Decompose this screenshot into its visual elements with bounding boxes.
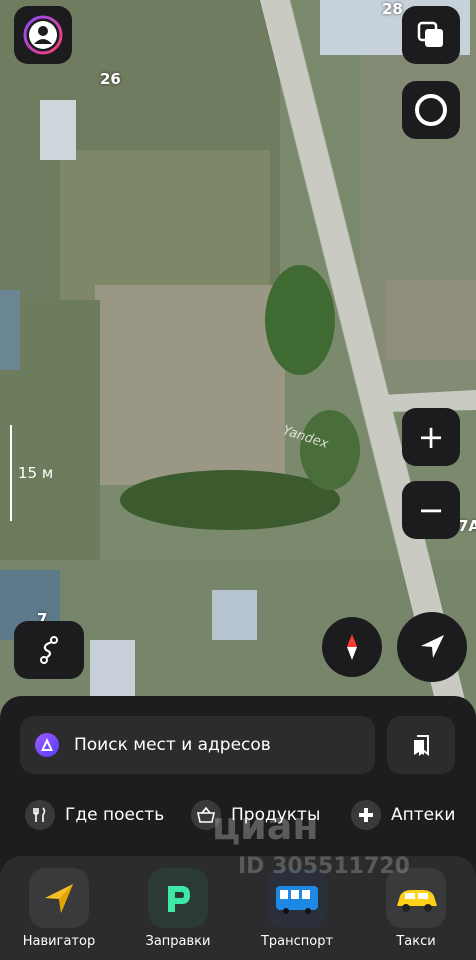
scale-bar bbox=[10, 425, 12, 521]
category-pharmacy[interactable]: Аптеки bbox=[351, 790, 455, 840]
house-number: 26 bbox=[100, 70, 121, 88]
avatar-icon bbox=[23, 15, 63, 55]
zoom-in-button[interactable]: + bbox=[402, 408, 460, 466]
alice-button[interactable] bbox=[402, 81, 460, 139]
house-number: 28 bbox=[382, 0, 403, 18]
category-label: Где поесть bbox=[65, 805, 165, 825]
app-label: Транспорт bbox=[260, 934, 334, 949]
minus-icon: − bbox=[417, 491, 445, 529]
app-label: Навигатор bbox=[22, 934, 96, 949]
app-transport[interactable]: Транспорт bbox=[247, 868, 347, 949]
search-input[interactable]: Поиск мест и адресов bbox=[74, 735, 271, 755]
scale-label: 15 м bbox=[18, 464, 54, 482]
app-fuel[interactable]: Заправки bbox=[128, 868, 228, 949]
navigator-icon bbox=[29, 868, 89, 928]
layers-button[interactable] bbox=[402, 6, 460, 64]
zoom-out-button[interactable]: − bbox=[402, 481, 460, 539]
route-icon bbox=[40, 636, 58, 664]
fork-knife-icon bbox=[25, 800, 55, 830]
app-taxi[interactable]: Такси bbox=[366, 868, 466, 949]
compass-icon bbox=[347, 634, 357, 660]
compass-button[interactable] bbox=[322, 617, 382, 677]
app-label: Заправки bbox=[145, 934, 211, 949]
plus-icon: + bbox=[417, 418, 445, 456]
locate-button[interactable] bbox=[397, 612, 467, 682]
bookmarks-button[interactable] bbox=[387, 716, 455, 774]
search-bar[interactable]: Поиск мест и адресов bbox=[20, 716, 375, 774]
alice-search-icon bbox=[35, 733, 59, 757]
category-food[interactable]: Где поесть bbox=[25, 790, 164, 840]
alice-ring-icon bbox=[415, 94, 447, 126]
pharmacy-cross-icon bbox=[351, 800, 381, 830]
fuel-icon bbox=[148, 868, 208, 928]
bookmarks-icon bbox=[414, 735, 429, 756]
overlay-watermark-id: ID 305511720 bbox=[238, 854, 410, 879]
route-button[interactable] bbox=[14, 621, 84, 679]
overlay-watermark-brand: циан bbox=[212, 804, 319, 848]
app-label: Такси bbox=[396, 934, 436, 949]
profile-button[interactable] bbox=[14, 6, 72, 64]
category-label: Аптеки bbox=[391, 805, 456, 825]
house-number: 7А bbox=[458, 517, 476, 535]
location-arrow-icon bbox=[421, 635, 444, 658]
layers-icon bbox=[417, 21, 443, 47]
app-navigator[interactable]: Навигатор bbox=[9, 868, 109, 949]
